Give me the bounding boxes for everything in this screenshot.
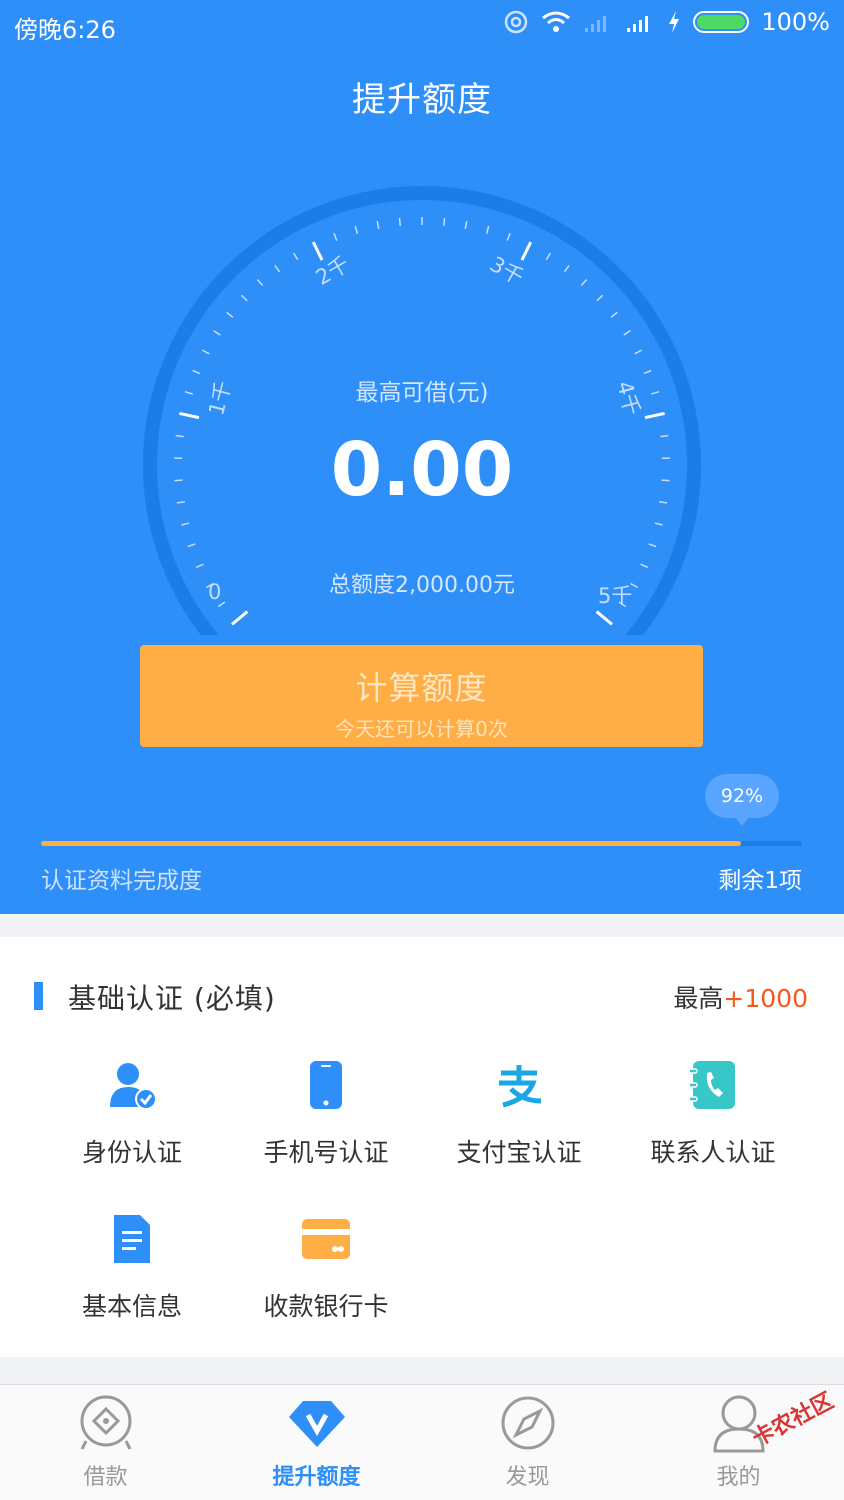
tab-loan[interactable]: 借款 [0, 1385, 211, 1500]
progress-label: 认证资料完成度 [41, 868, 202, 894]
verify-identity[interactable]: 身份认证 [35, 1059, 229, 1169]
section-max-prefix: 最高 [673, 984, 724, 1013]
gauge-minor-tick [226, 311, 234, 318]
basic-info-label: 基本信息 [81, 1292, 182, 1321]
gauge-minor-tick [187, 543, 196, 548]
gauge-minor-tick [485, 225, 490, 235]
calculate-subtitle: 今天还可以计算0次 [335, 717, 508, 741]
gauge-minor-tick [274, 264, 281, 273]
verify-phone-label: 手机号认证 [263, 1138, 389, 1167]
signal-icon [627, 16, 649, 32]
gauge-scale-0: 0 [208, 580, 222, 604]
gauge-minor-tick [181, 522, 190, 526]
tab-raise-limit-label: 提升额度 [272, 1465, 361, 1490]
compass-icon [501, 1396, 554, 1450]
gauge-major-tick [644, 411, 665, 420]
gauge-minor-tick [654, 522, 663, 526]
gauge-minor-tick [376, 220, 380, 230]
section-title: 基础认证 (必填) [68, 982, 276, 1015]
status-icons: 100% [503, 8, 830, 36]
phone-icon [310, 1061, 342, 1109]
section-max: 最高+1000 [673, 979, 808, 1015]
basic-verification-section: 基础认证 (必填) 最高+1000 身份认证 手机号认证 支付宝认证 联系人认证… [0, 937, 844, 1357]
gauge-major-tick [179, 411, 200, 420]
gauge-major-tick [231, 610, 249, 626]
gauge-minor-tick [623, 330, 631, 336]
gauge-minor-tick [596, 294, 604, 302]
gauge-scale-5k: 5千 [598, 584, 633, 608]
hotspot-icon [505, 10, 528, 34]
tab-discover-label: 发现 [505, 1465, 550, 1490]
progress-track [41, 841, 802, 846]
bank-card-icon [302, 1219, 350, 1259]
gauge-minor-tick [545, 252, 552, 261]
verify-alipay[interactable]: 支付宝认证 [422, 1059, 616, 1169]
signal-empty-icon [585, 16, 607, 32]
progress-fill [41, 841, 742, 846]
gauge-minor-tick [333, 232, 338, 241]
gauge-major-tick [311, 241, 324, 261]
diamond-v-icon [288, 1401, 345, 1447]
wifi-icon [542, 11, 571, 32]
gauge-minor-tick [398, 217, 401, 227]
verify-alipay-label: 支付宝认证 [456, 1138, 582, 1167]
gauge-major-tick [520, 241, 533, 261]
gauge-minor-tick [610, 311, 618, 318]
verify-phone[interactable]: 手机号认证 [229, 1059, 423, 1169]
gauge-minor-tick [443, 217, 446, 227]
gauge-minor-tick [213, 330, 221, 336]
tab-loan-label: 借款 [83, 1465, 128, 1490]
document-icon [114, 1215, 150, 1263]
gauge-minor-tick [354, 225, 359, 235]
progress-remaining: 剩余1项 [718, 868, 802, 894]
gauge-minor-tick [634, 349, 643, 355]
gauge-minor-tick [464, 220, 468, 230]
progress-bubble: 92% [705, 774, 779, 826]
bottom-tab-bar: 借款 提升额度 发现 我的 [0, 1384, 844, 1500]
credit-gauge: 最高可借(元) 0.00 总额度2,000.00元 0 1千 2千 3千 4千 … [112, 175, 732, 645]
gauge-minor-tick [580, 279, 588, 287]
loan-icon [80, 1395, 131, 1450]
basic-info[interactable]: 基本信息 [35, 1213, 229, 1323]
calculate-limit-button[interactable]: 计算额度 今天还可以计算0次 [140, 645, 703, 747]
gauge-minor-tick [506, 232, 511, 241]
tab-discover[interactable]: 发现 [422, 1385, 633, 1500]
verify-identity-label: 身份认证 [81, 1138, 182, 1167]
gauge-minor-tick [563, 264, 570, 273]
gauge-minor-tick [648, 543, 657, 548]
verify-contacts[interactable]: 联系人认证 [616, 1059, 810, 1169]
gauge-major-tick [595, 610, 613, 626]
battery-icon [693, 11, 750, 33]
contacts-icon [688, 1061, 735, 1109]
charging-icon [669, 11, 680, 33]
alipay-icon [499, 1065, 542, 1108]
gauge-minor-tick [256, 279, 264, 287]
verify-contacts-label: 联系人认证 [650, 1138, 776, 1167]
gauge-minor-tick [201, 349, 210, 355]
id-user-icon [110, 1063, 157, 1110]
gauge-total: 总额度2,000.00元 [329, 573, 515, 598]
bank-card[interactable]: 收款银行卡 [229, 1213, 423, 1323]
tab-raise-limit[interactable]: 提升额度 [211, 1385, 422, 1500]
gauge-minor-tick [240, 294, 248, 302]
page-title: 提升额度 [352, 80, 492, 120]
section-max-value: +1000 [723, 984, 808, 1013]
section-marker [34, 982, 43, 1010]
gauge-minor-tick [292, 252, 299, 261]
gauge-amount: 0.00 [330, 427, 514, 513]
calculate-title: 计算额度 [355, 669, 488, 707]
bank-card-label: 收款银行卡 [263, 1292, 389, 1321]
status-time: 傍晚6:26 [14, 16, 116, 44]
tab-profile-label: 我的 [716, 1465, 761, 1490]
battery-percent: 100% [761, 8, 830, 36]
status-bar: 傍晚6:26 100% [0, 0, 844, 50]
